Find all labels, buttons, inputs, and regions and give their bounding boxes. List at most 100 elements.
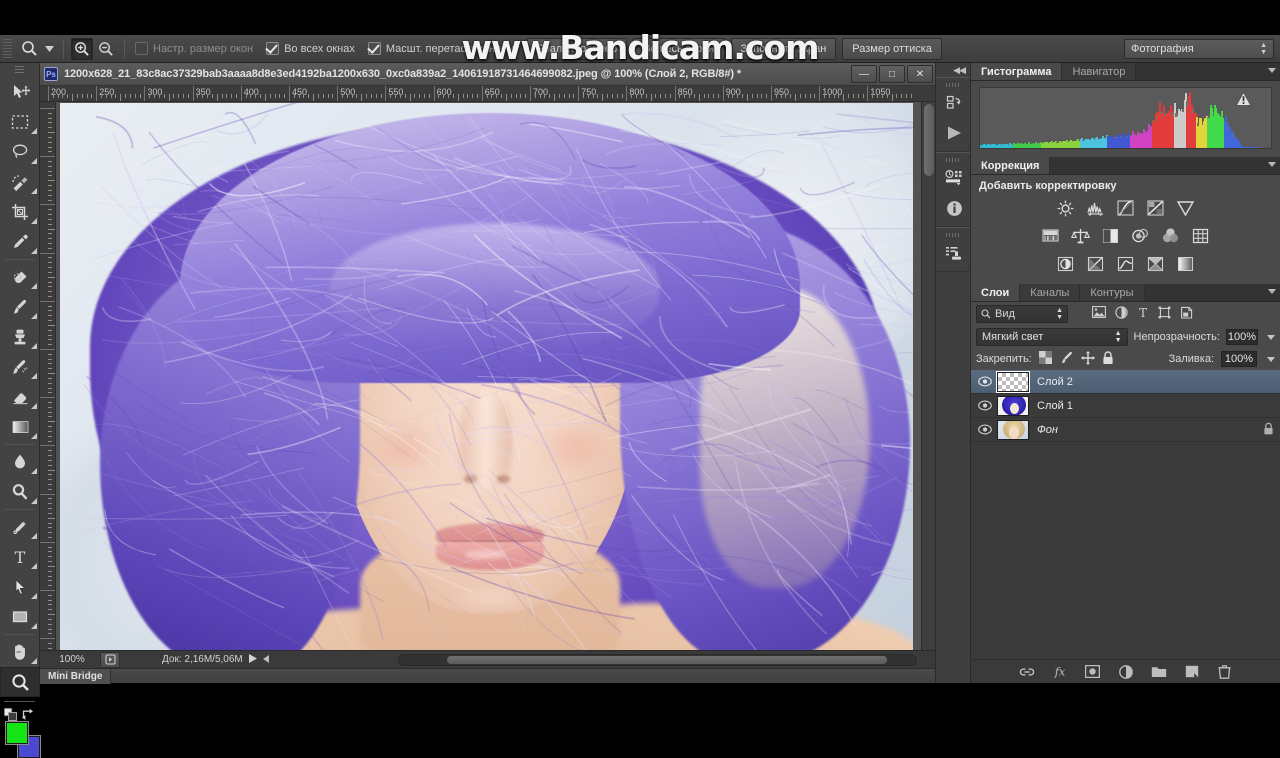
new-adjustment-icon[interactable] [1118, 664, 1134, 680]
tab-layers[interactable]: Слои [971, 284, 1021, 301]
new-layer-icon[interactable] [1184, 664, 1200, 680]
maximize-button[interactable]: □ [879, 65, 905, 83]
vibrance-icon[interactable] [1173, 197, 1199, 219]
tool-flyout-indicator[interactable] [31, 373, 37, 379]
eyedropper-tool[interactable] [0, 227, 40, 257]
layer-visibility-icon[interactable] [975, 424, 995, 435]
layer-filter-select[interactable]: Вид ▲ ▼ [976, 305, 1068, 323]
tool-flyout-indicator[interactable] [31, 593, 37, 599]
tool-flyout-indicator[interactable] [31, 623, 37, 629]
curves-icon[interactable] [1113, 197, 1139, 219]
layer-name[interactable]: Слой 1 [1037, 400, 1073, 412]
tool-flyout-indicator[interactable] [31, 313, 37, 319]
status-collapse-arrow-icon[interactable] [262, 654, 269, 666]
fill-screen-button[interactable]: Заполнить экран [730, 37, 837, 60]
tool-flyout-indicator[interactable] [31, 658, 37, 664]
horizontal-ruler[interactable]: 200 250 300 350 400 450 500 550 600 650 700 750 800 8… [40, 86, 935, 102]
table-row[interactable]: Слой 2 [971, 370, 1280, 394]
panel-menu-icon[interactable] [1268, 289, 1276, 294]
lasso-tool[interactable] [0, 137, 40, 167]
tool-preset-chevron-icon[interactable] [42, 38, 56, 60]
link-layers-icon[interactable] [1019, 664, 1035, 680]
checkbox-resize-windows[interactable]: Настр. размер окон [135, 42, 253, 55]
tool-flyout-indicator[interactable] [31, 468, 37, 474]
foreground-color-swatch[interactable] [6, 722, 28, 744]
marquee-tool[interactable] [0, 107, 40, 137]
filter-adjustment-icon[interactable] [1115, 306, 1128, 322]
minimize-button[interactable]: — [851, 65, 877, 83]
actual-pixels-button[interactable]: Реальн. размер [526, 37, 628, 60]
fill-dropdown-icon[interactable] [1267, 356, 1275, 362]
canvas-horizontal-scrollbar[interactable] [398, 654, 917, 666]
channel-mixer-icon[interactable] [1158, 225, 1184, 247]
scrollbar-thumb[interactable] [447, 656, 887, 664]
delete-layer-icon[interactable] [1217, 664, 1233, 680]
blur-tool[interactable] [0, 447, 40, 477]
lock-all-icon[interactable] [1102, 350, 1114, 368]
rail-grip[interactable] [936, 81, 970, 88]
color-lookup-icon[interactable] [1188, 225, 1214, 247]
measurement-log-icon[interactable] [936, 238, 972, 268]
panel-menu-icon[interactable] [1268, 68, 1276, 73]
history-icon[interactable] [936, 88, 972, 118]
default-colors-icon[interactable] [3, 707, 17, 721]
options-bar-grip[interactable] [3, 38, 12, 59]
tool-flyout-indicator[interactable] [31, 433, 37, 439]
tool-flyout-indicator[interactable] [31, 343, 37, 349]
fit-screen-button[interactable]: Во весь экран [633, 37, 725, 60]
layer-name[interactable]: Фон [1037, 424, 1058, 436]
hand-tool[interactable] [0, 637, 40, 667]
blend-mode-select[interactable]: Мягкий свет ▲ ▼ [976, 328, 1128, 346]
zoom-out-button[interactable] [95, 38, 117, 60]
mini-bridge-tab[interactable]: Mini Bridge [40, 668, 112, 684]
layer-mask-icon[interactable] [1085, 664, 1101, 680]
tab-histogram[interactable]: Гистограмма [971, 63, 1063, 80]
eraser-tool[interactable] [0, 382, 40, 412]
tool-flyout-indicator[interactable] [31, 403, 37, 409]
checkbox-box[interactable] [266, 42, 280, 55]
healing-brush-tool[interactable] [0, 262, 40, 292]
info-icon[interactable] [936, 193, 972, 223]
layer-visibility-icon[interactable] [975, 400, 995, 411]
brush-tool[interactable] [0, 292, 40, 322]
vertical-ruler[interactable] [40, 102, 56, 650]
lock-image-icon[interactable] [1059, 351, 1074, 367]
move-tool[interactable] [0, 77, 40, 107]
black-white-icon[interactable] [1098, 225, 1124, 247]
pen-tool[interactable] [0, 512, 40, 542]
tool-flyout-indicator[interactable] [31, 563, 37, 569]
collapse-panels-icon[interactable]: ◀◀ [936, 63, 970, 77]
tab-channels[interactable]: Каналы [1020, 284, 1081, 301]
posterize-icon[interactable] [1083, 253, 1109, 275]
checkbox-box[interactable] [135, 42, 148, 55]
layer-thumbnail[interactable] [997, 419, 1029, 440]
tool-flyout-indicator[interactable] [31, 128, 37, 134]
tool-flyout-indicator[interactable] [31, 188, 37, 194]
close-button[interactable]: ✕ [907, 65, 933, 83]
type-tool[interactable]: T [0, 542, 40, 572]
table-row[interactable]: Фон [971, 418, 1280, 442]
tool-flyout-indicator[interactable] [31, 158, 37, 164]
brightness-contrast-icon[interactable] [1053, 197, 1079, 219]
opacity-field[interactable]: 100% [1225, 329, 1258, 345]
lock-position-icon[interactable] [1080, 350, 1095, 368]
zoom-in-button[interactable] [71, 37, 93, 60]
lock-transparency-icon[interactable] [1038, 351, 1052, 367]
filter-type-icon[interactable]: T [1137, 306, 1149, 322]
threshold-icon[interactable] [1113, 253, 1139, 275]
swap-colors-icon[interactable] [21, 707, 34, 723]
fill-field[interactable]: 100% [1221, 351, 1257, 367]
rail-grip[interactable] [936, 231, 970, 238]
checkbox-all-windows[interactable]: Во всех окнах [266, 42, 355, 55]
gradient-tool[interactable] [0, 412, 40, 442]
layer-thumbnail[interactable] [997, 371, 1029, 392]
canvas-vertical-scrollbar[interactable] [921, 102, 935, 650]
rectangle-tool[interactable] [0, 602, 40, 632]
path-selection-tool[interactable] [0, 572, 40, 602]
filter-shape-icon[interactable] [1158, 306, 1171, 322]
filter-image-icon[interactable] [1092, 306, 1106, 322]
tool-flyout-indicator[interactable] [31, 533, 37, 539]
toolbox-grip[interactable] [0, 63, 39, 77]
selective-color-icon[interactable] [1143, 253, 1169, 275]
levels-icon[interactable] [1083, 197, 1109, 219]
